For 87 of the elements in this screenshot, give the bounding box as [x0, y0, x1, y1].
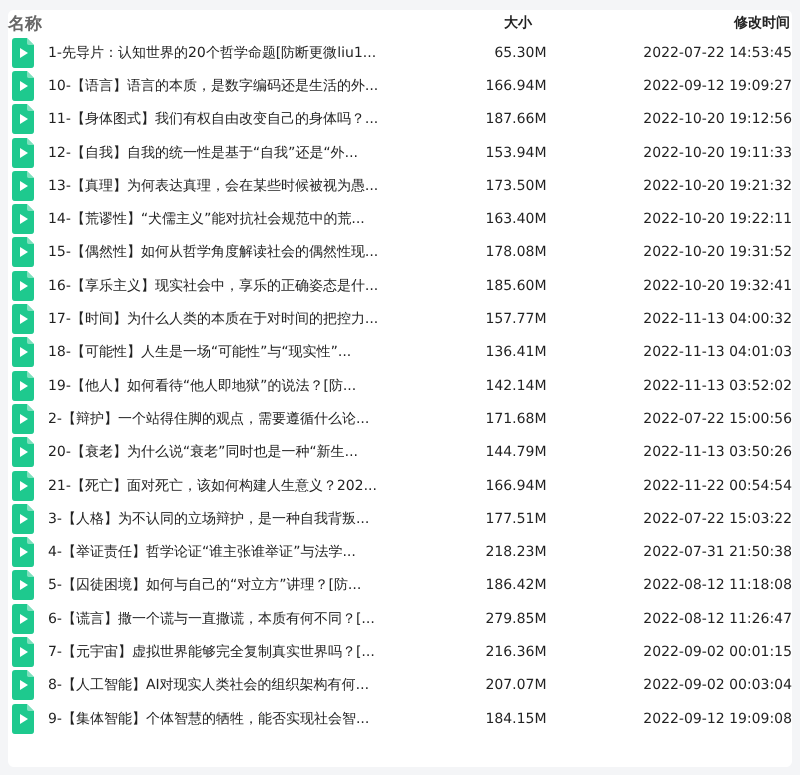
file-name[interactable]: 8-【人工智能】AI对现实人类社会的组织架构有何...: [48, 676, 410, 694]
modified-time: 2022-11-22 00:54:54: [642, 478, 792, 494]
file-size: 184.15M: [484, 710, 547, 727]
video-file-icon: [12, 337, 34, 368]
modified-time: 2022-09-02 00:03:04: [642, 677, 792, 694]
column-header[interactable]: 修改时间: [532, 14, 790, 32]
modified-time: 2022-09-12 19:09:27: [642, 78, 792, 94]
file-size: 178.08M: [484, 244, 547, 260]
video-file-icon: [12, 537, 34, 568]
file-size: 65.30M: [493, 44, 547, 61]
modified-time: 2022-08-12 11:18:08: [642, 577, 792, 594]
file-name[interactable]: 9-【集体智能】个体智慧的牺牲，能否实现社会智...: [48, 710, 410, 728]
file-size: 157.77M: [484, 311, 547, 328]
file-name[interactable]: 7-【元宇宙】虚拟世界能够完全复制真实世界吗？[...: [48, 642, 410, 661]
file-name[interactable]: 5-【囚徒困境】如何与自己的“对立方”讲理？[防...: [48, 576, 410, 594]
file-name[interactable]: 18-【可能性】人生是一场“可能性”与“现实性”...: [48, 343, 410, 362]
file-size: 186.42M: [484, 577, 547, 594]
file-name[interactable]: 2-【辩护】一个站得住脚的观点，需要遵循什么论...: [48, 410, 410, 428]
video-file-icon: [12, 38, 34, 68]
file-name[interactable]: 3-【人格】为不认同的立场辩护，是一种自我背叛...: [48, 510, 410, 528]
modified-time: 2022-09-12 19:09:08: [642, 710, 792, 727]
modified-time: 2022-07-31 21:50:38: [642, 544, 792, 560]
file-size: 279.85M: [484, 610, 547, 627]
modified-time: 2022-11-13 04:00:32: [642, 311, 792, 328]
file-size: 142.14M: [484, 378, 547, 394]
file-name[interactable]: 16-【享乐主义】现实社会中，享乐的正确姿态是什...: [48, 276, 410, 295]
modified-time: 2022-07-22 15:00:56: [642, 410, 792, 427]
video-file-icon: [12, 70, 34, 101]
file-size: 163.40M: [484, 211, 547, 228]
video-file-icon: [12, 270, 34, 301]
video-file-icon: [12, 604, 34, 634]
file-name[interactable]: 14-【荒谬性】“犬儒主义”能对抗社会规范中的荒...: [48, 210, 410, 228]
file-name[interactable]: 12-【自我】自我的统一性是基于“自我”还是“外...: [48, 144, 410, 162]
file-size: 136.41M: [484, 344, 547, 360]
file-size: 171.68M: [484, 410, 547, 427]
file-name[interactable]: 13-【真理】为何表达真理，会在某些时候被视为愚...: [48, 176, 410, 195]
modified-time: 2022-07-22 15:03:22: [642, 510, 792, 527]
video-file-icon: [12, 404, 34, 434]
video-file-icon: [12, 204, 34, 234]
video-file-icon: [12, 570, 34, 600]
file-size: 173.50M: [484, 178, 547, 194]
video-file-icon: [12, 138, 34, 168]
file-name[interactable]: 6-【谎言】撒一个谎与一直撒谎，本质有何不同？[...: [48, 610, 410, 628]
file-name[interactable]: 4-【举证责任】哲学论证“谁主张谁举证”与法学...: [48, 543, 410, 562]
file-name[interactable]: 11-【身体图式】我们有权自由改变自己的身体吗？...: [48, 110, 410, 128]
video-file-icon: [12, 470, 34, 500]
modified-time: 2022-10-20 19:12:56: [642, 111, 792, 128]
modified-time: 2022-10-20 19:22:11: [642, 211, 792, 228]
modified-time: 2022-10-20 19:32:41: [642, 278, 792, 294]
video-file-icon: [12, 670, 34, 700]
file-name[interactable]: 10-【语言】语言的本质，是数字编码还是生活的外...: [48, 76, 410, 95]
modified-time: 2022-10-20 19:31:52: [642, 244, 792, 260]
file-size: 207.07M: [484, 677, 547, 694]
file-size: 216.36M: [484, 644, 547, 660]
file-size: 218.23M: [484, 544, 547, 560]
file-name[interactable]: 19-【他人】如何看待“他人即地狱”的说法？[防...: [48, 376, 410, 395]
file-name[interactable]: 17-【时间】为什么人类的本质在于对时间的把控力...: [48, 310, 410, 328]
file-size: 185.60M: [484, 278, 547, 294]
file-size: 166.94M: [484, 78, 547, 94]
file-name[interactable]: 20-【衰老】为什么说“衰老”同时也是一种“新生...: [48, 443, 410, 462]
video-file-icon: [12, 170, 34, 201]
video-file-icon: [12, 370, 34, 401]
modified-time: 2022-11-13 04:01:03: [642, 344, 792, 360]
video-file-icon: [12, 304, 34, 334]
modified-time: 2022-10-20 19:21:32: [642, 178, 792, 194]
modified-time: 2022-11-13 03:50:26: [642, 444, 792, 460]
video-file-icon: [12, 504, 34, 534]
modified-time: 2022-07-22 14:53:45: [642, 44, 792, 61]
modified-time: 2022-10-20 19:11:33: [642, 144, 792, 161]
video-file-icon: [12, 704, 34, 734]
file-size: 187.66M: [484, 111, 547, 128]
file-name[interactable]: 1-先导片：认知世界的20个哲学命题[防断更微liu1...: [48, 44, 410, 62]
file-name[interactable]: 21-【死亡】面对死亡，该如何构建人生意义？202...: [48, 476, 410, 494]
video-file-icon: [12, 237, 34, 268]
file-size: 177.51M: [484, 510, 547, 527]
video-file-icon: [12, 636, 34, 667]
column-header[interactable]: 大小: [414, 14, 532, 32]
modified-time: 2022-11-13 03:52:02: [642, 378, 792, 394]
file-size: 166.94M: [484, 478, 547, 494]
modified-time: 2022-09-02 00:01:15: [642, 644, 792, 660]
file-size: 153.94M: [484, 144, 547, 161]
file-size: 144.79M: [484, 444, 547, 460]
file-name[interactable]: 15-【偶然性】如何从哲学角度解读社会的偶然性现...: [48, 243, 410, 262]
modified-time: 2022-08-12 11:26:47: [642, 610, 792, 627]
column-header[interactable]: 名称: [8, 12, 414, 34]
video-file-icon: [12, 437, 34, 468]
video-file-icon: [12, 104, 34, 134]
